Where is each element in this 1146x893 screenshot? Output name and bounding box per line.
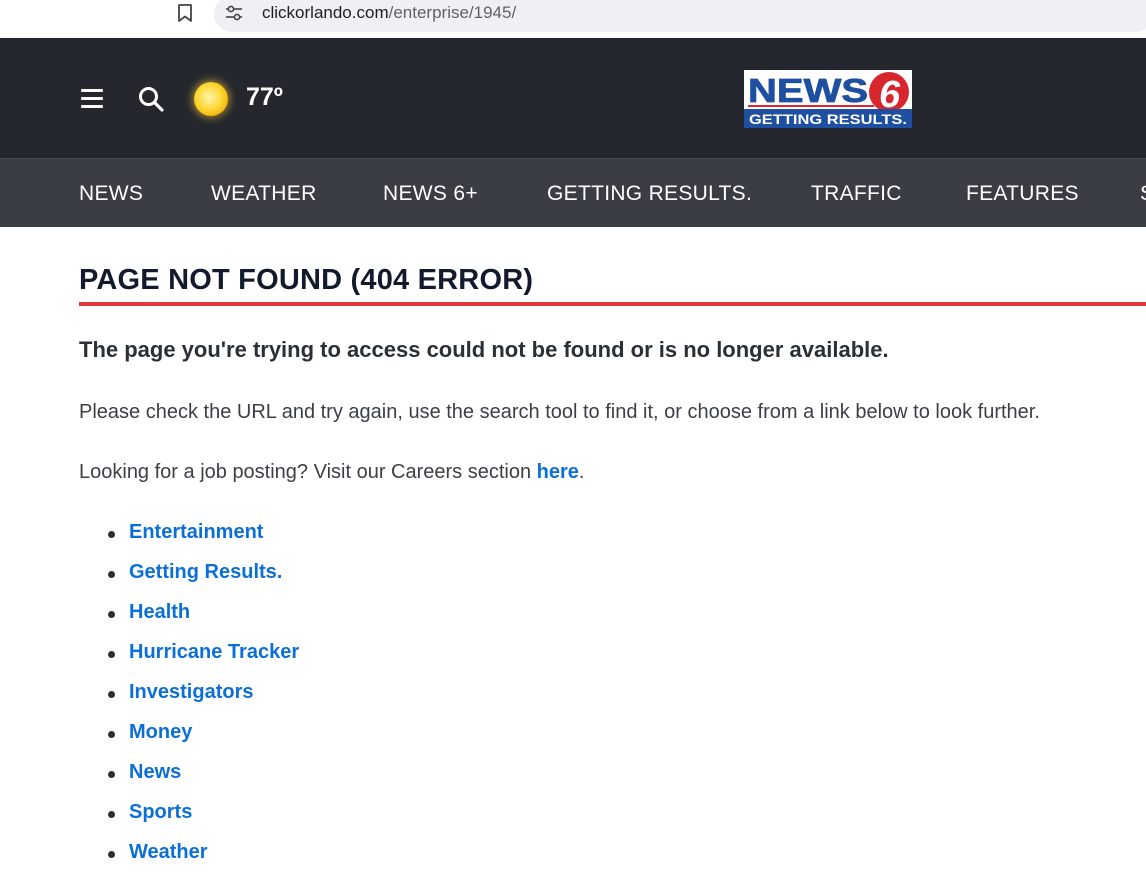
link-news[interactable]: News: [129, 761, 181, 783]
nav-item-traffic[interactable]: TRAFFIC: [811, 182, 902, 206]
nav-item-news[interactable]: NEWS: [79, 182, 143, 206]
news6-logo[interactable]: NEWS 6 GETTING RESULTS.: [744, 70, 912, 128]
nav-item-sports[interactable]: S: [1140, 182, 1146, 206]
section-links: Entertainment Getting Results. Health Hu…: [79, 521, 299, 881]
list-item: Sports: [79, 801, 299, 841]
main-nav: NEWS WEATHER NEWS 6+ GETTING RESULTS. TR…: [0, 158, 1146, 227]
error-lead: The page you're trying to access could n…: [79, 337, 889, 362]
link-sports[interactable]: Sports: [129, 801, 192, 823]
list-item: Weather: [79, 841, 299, 881]
site-info-icon[interactable]: [224, 4, 244, 22]
list-item: Entertainment: [79, 521, 299, 561]
link-getting-results[interactable]: Getting Results.: [129, 561, 282, 583]
link-investigators[interactable]: Investigators: [129, 681, 253, 703]
page-title: PAGE NOT FOUND (404 ERROR): [79, 264, 534, 296]
nav-item-getting-results[interactable]: GETTING RESULTS.: [547, 182, 752, 206]
list-item: News: [79, 761, 299, 801]
link-entertainment[interactable]: Entertainment: [129, 521, 263, 543]
link-hurricane-tracker[interactable]: Hurricane Tracker: [129, 641, 299, 663]
error-instructions: Please check the URL and try again, use …: [79, 401, 1040, 423]
site-header: 77º NEWS 6 GETTING RESULTS.: [0, 38, 1146, 158]
careers-text: Looking for a job posting? Visit our Car…: [79, 461, 584, 484]
title-divider: [79, 302, 1146, 306]
careers-prefix: Looking for a job posting? Visit our Car…: [79, 461, 537, 483]
list-item: Investigators: [79, 681, 299, 721]
logo-tagline: GETTING RESULTS.: [749, 111, 907, 127]
list-item: Money: [79, 721, 299, 761]
bookmark-icon[interactable]: [176, 3, 194, 23]
hamburger-menu-icon[interactable]: [81, 89, 103, 108]
search-icon[interactable]: [138, 86, 164, 112]
list-item: Health: [79, 601, 299, 641]
browser-toolbar: clickorlando.com/enterprise/1945/: [0, 0, 1146, 38]
nav-item-weather[interactable]: WEATHER: [211, 182, 317, 206]
list-item: Getting Results.: [79, 561, 299, 601]
link-health[interactable]: Health: [129, 601, 190, 623]
list-item: Hurricane Tracker: [79, 641, 299, 681]
nav-item-features[interactable]: FEATURES: [966, 182, 1079, 206]
sun-icon[interactable]: [194, 82, 228, 116]
logo-wordmark: NEWS: [748, 72, 868, 109]
nav-item-news6-plus[interactable]: NEWS 6+: [383, 182, 478, 206]
temperature[interactable]: 77º: [246, 83, 283, 112]
url-path: /enterprise/1945/: [388, 3, 517, 22]
careers-link[interactable]: here: [537, 461, 579, 483]
careers-suffix: .: [578, 461, 585, 483]
link-money[interactable]: Money: [129, 721, 192, 743]
url-host: clickorlando.com: [262, 3, 389, 22]
url-text[interactable]: clickorlando.com/enterprise/1945/: [262, 3, 516, 23]
link-weather[interactable]: Weather: [129, 841, 208, 863]
